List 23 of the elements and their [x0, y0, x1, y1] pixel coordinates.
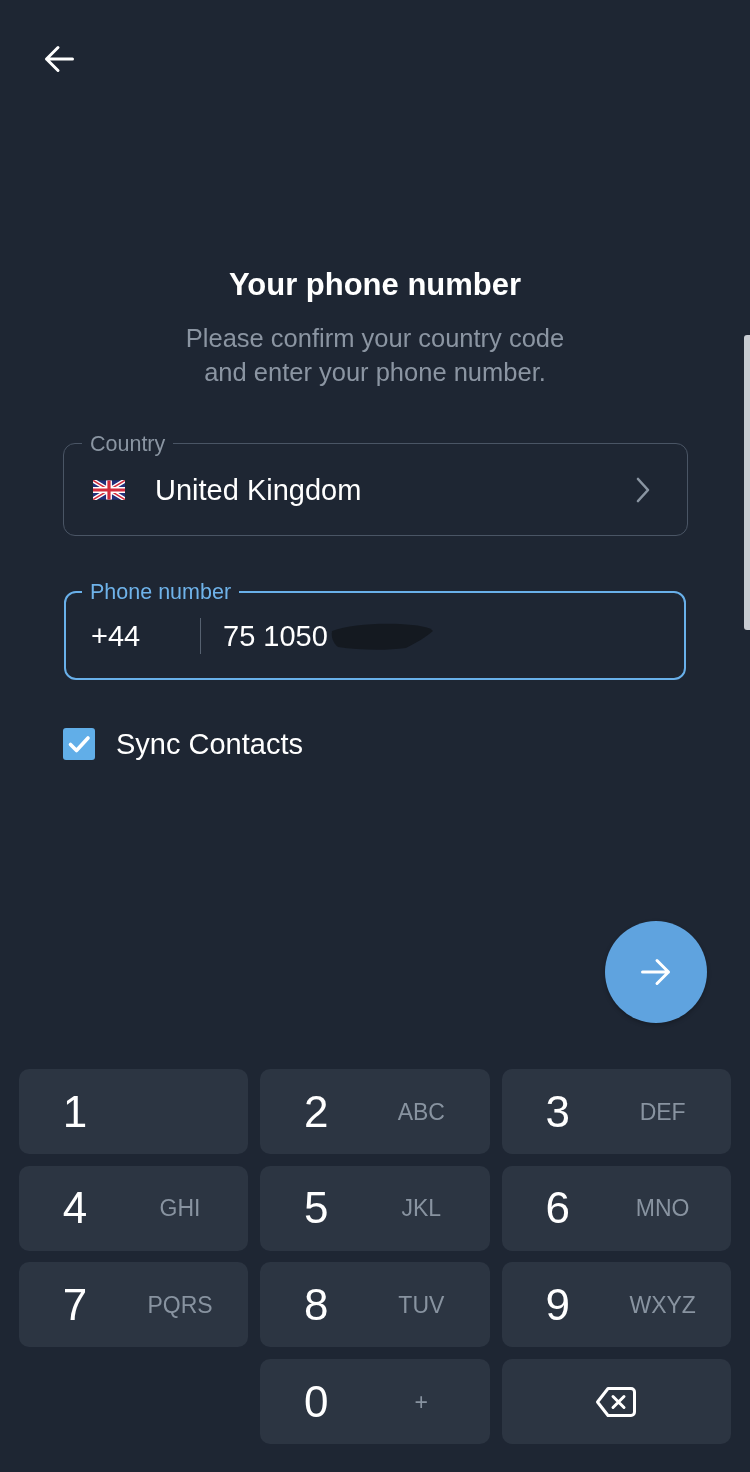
keypad-key[interactable]: 4 GHI: [19, 1165, 249, 1251]
keypad-key[interactable]: 2 ABC: [260, 1069, 490, 1154]
checkbox[interactable]: [63, 728, 95, 760]
keypad-key[interactable]: 6 MNO: [501, 1165, 731, 1251]
country-code: +44: [91, 618, 142, 653]
checkbox-label: Sync Contacts: [116, 727, 303, 761]
phone-number-value: 75 1050: [223, 618, 328, 653]
keypad-key[interactable]: 8 TUV: [260, 1262, 490, 1348]
keypad-key[interactable]: 1: [19, 1069, 249, 1154]
keypad-key[interactable]: 5 JKL: [260, 1165, 490, 1251]
chevron-right-icon: [636, 476, 650, 503]
back-arrow-icon: [44, 45, 74, 73]
backspace-icon: [595, 1385, 638, 1418]
keypad-key[interactable]: 3 DEF: [501, 1069, 731, 1154]
flag-icon: [93, 479, 125, 500]
backspace-key[interactable]: [501, 1359, 731, 1445]
keypad-key[interactable]: 9 WXYZ: [501, 1262, 731, 1348]
arrow-right-icon: [641, 958, 671, 986]
country-name: United Kingdom: [155, 472, 362, 507]
instruction-text: Please confirm your country code and enter your phone number.: [184, 323, 566, 388]
keypad-key[interactable]: 7 PQRS: [19, 1262, 249, 1348]
page-title: Your phone number: [228, 267, 522, 303]
keypad-key[interactable]: 0 +: [260, 1359, 490, 1445]
